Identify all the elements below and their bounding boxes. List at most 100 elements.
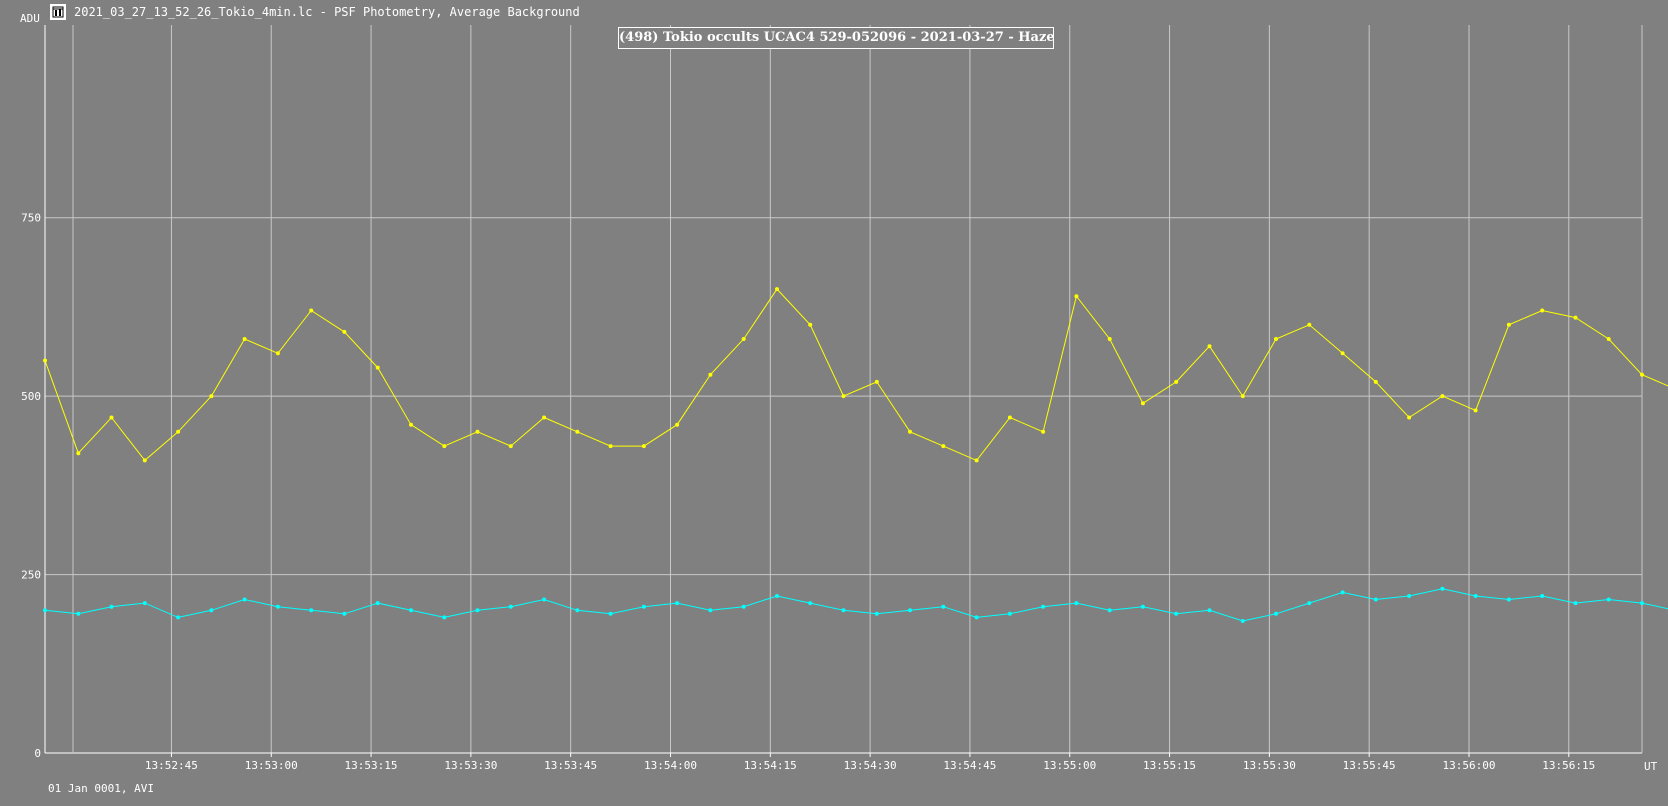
- data-point: [309, 308, 314, 313]
- data-point: [641, 444, 646, 449]
- data-point: [375, 601, 380, 606]
- data-point: [608, 444, 613, 449]
- data-point: [1440, 394, 1445, 399]
- data-point: [1506, 597, 1511, 602]
- data-point: [1640, 372, 1644, 377]
- data-point: [109, 604, 114, 609]
- y-tick-label: 500: [21, 390, 41, 403]
- data-point: [675, 601, 680, 606]
- data-point: [508, 444, 513, 449]
- data-point: [708, 372, 713, 377]
- data-point: [1007, 415, 1012, 420]
- data-point: [1440, 586, 1445, 591]
- data-point: [1174, 379, 1179, 384]
- data-point: [309, 608, 314, 613]
- x-tick-label: 13:54:15: [744, 759, 797, 772]
- data-point: [43, 358, 47, 363]
- data-point: [874, 379, 879, 384]
- data-point: [542, 415, 547, 420]
- data-point: [176, 615, 181, 620]
- data-point: [1340, 351, 1345, 356]
- data-point: [1340, 590, 1345, 595]
- chart-plot: 0 250 500 750 13:52:45 13:53:00 13:53:15 13:53:…: [21, 25, 1668, 772]
- x-tick-label: 13:55:45: [1343, 759, 1396, 772]
- x-tick-label: 13:55:15: [1143, 759, 1196, 772]
- data-point: [1107, 337, 1112, 341]
- data-point: [1140, 604, 1145, 609]
- data-point: [841, 394, 846, 399]
- data-point: [1207, 608, 1212, 613]
- data-point: [1074, 294, 1079, 299]
- y-axis-label: ADU: [20, 12, 40, 25]
- x-tick-label: 13:54:30: [844, 759, 897, 772]
- series-layer: [43, 287, 1668, 623]
- series-line: [44, 288, 1668, 462]
- data-point: [442, 615, 447, 620]
- data-point: [1174, 611, 1179, 616]
- y-tick-label: 250: [21, 569, 41, 582]
- data-point: [409, 422, 413, 427]
- axes: [44, 25, 1643, 757]
- data-point: [76, 611, 81, 616]
- data-point: [1640, 601, 1644, 606]
- x-tick-label: 13:56:00: [1442, 759, 1495, 772]
- footer-date-source: 01 Jan 0001, AVI: [48, 782, 154, 795]
- data-point: [675, 422, 680, 427]
- x-tick-label: 13:55:30: [1243, 759, 1296, 772]
- data-point: [342, 329, 347, 334]
- chart-title: (498) Tokio occults UCAC4 529-052096 - 2…: [618, 27, 1054, 49]
- data-point: [209, 394, 214, 399]
- data-point: [1041, 429, 1046, 434]
- data-point: [142, 458, 147, 463]
- data-point: [808, 601, 813, 606]
- y-tick-label: 750: [21, 212, 41, 225]
- x-tick-label: 13:53:45: [544, 759, 597, 772]
- data-point: [741, 604, 746, 609]
- data-point: [409, 608, 413, 613]
- data-point: [1473, 594, 1478, 598]
- data-point: [43, 608, 47, 613]
- x-tick-label: 13:53:00: [245, 759, 298, 772]
- data-point: [1307, 322, 1312, 327]
- data-point: [1473, 408, 1478, 413]
- data-point: [841, 608, 846, 613]
- data-point: [1041, 604, 1046, 609]
- data-point: [974, 615, 979, 620]
- series-1: [43, 586, 1668, 623]
- data-point: [1606, 337, 1611, 341]
- data-point: [908, 429, 912, 434]
- data-point: [775, 287, 779, 292]
- data-point: [1274, 337, 1278, 341]
- data-point: [275, 604, 280, 609]
- data-point: [1240, 394, 1245, 399]
- data-point: [176, 429, 181, 434]
- data-point: [1373, 379, 1378, 384]
- data-point: [375, 365, 380, 370]
- x-tick-label: 13:53:15: [345, 759, 398, 772]
- data-point: [475, 608, 480, 613]
- data-point: [1207, 344, 1212, 349]
- data-point: [209, 608, 214, 613]
- data-point: [908, 608, 912, 613]
- data-point: [1074, 601, 1079, 606]
- data-point: [708, 608, 713, 613]
- x-tick-label: 13:54:45: [943, 759, 996, 772]
- data-point: [775, 594, 779, 598]
- data-point: [442, 444, 447, 449]
- data-point: [142, 601, 147, 606]
- series-line: [44, 588, 1668, 622]
- data-point: [1240, 619, 1245, 623]
- y-tick-label: 0: [34, 747, 41, 760]
- data-point: [1274, 611, 1278, 616]
- data-point: [808, 322, 813, 327]
- data-point: [1407, 415, 1412, 420]
- data-point: [1540, 594, 1545, 598]
- x-tick-label: 13:55:00: [1043, 759, 1096, 772]
- data-point: [874, 611, 879, 616]
- grid-lines: [45, 25, 1642, 753]
- x-tick-label: 13:56:15: [1542, 759, 1595, 772]
- data-point: [242, 597, 247, 602]
- data-point: [1307, 601, 1312, 606]
- x-tick-label: 13:54:00: [644, 759, 697, 772]
- data-point: [1573, 601, 1578, 606]
